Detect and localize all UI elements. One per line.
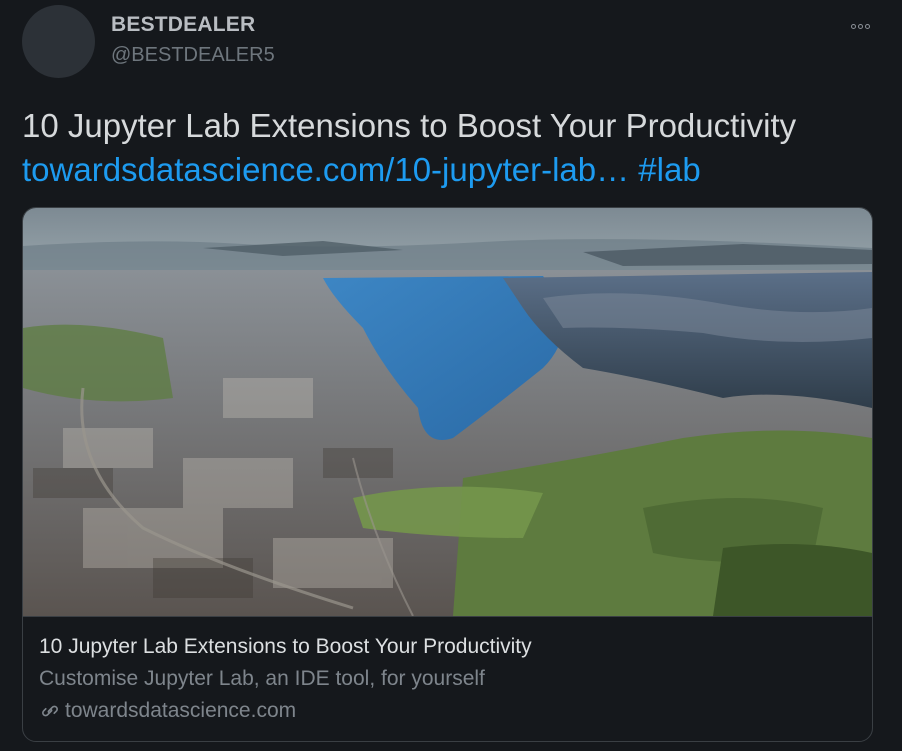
tweet-text-body: 10 Jupyter Lab Extensions to Boost Your … (22, 107, 797, 144)
more-horizontal-icon-dot (864, 23, 870, 29)
author-display-name[interactable]: BESTDEALER (111, 13, 255, 37)
more-options-button[interactable] (844, 15, 876, 37)
tweet[interactable]: BESTDEALER @BESTDEALER5 10 Jupyter Lab E… (0, 0, 902, 751)
more-horizontal-icon-dot (857, 23, 863, 29)
card-image[interactable] (23, 208, 872, 617)
tweet-links-line: towardsdatascience.com/10-jupyter-lab… #… (22, 148, 882, 192)
hashtag-link[interactable]: #lab (638, 151, 700, 188)
card-title: 10 Jupyter Lab Extensions to Boost Your … (39, 635, 532, 658)
author-handle[interactable]: @BESTDEALER5 (111, 44, 275, 67)
link-preview-card[interactable]: 10 Jupyter Lab Extensions to Boost Your … (22, 207, 873, 742)
card-domain: towardsdatascience.com (39, 699, 296, 723)
more-horizontal-icon (850, 23, 856, 29)
link-icon (42, 705, 58, 717)
card-description: Customise Jupyter Lab, an IDE tool, for … (39, 667, 485, 690)
card-domain-text: towardsdatascience.com (65, 699, 297, 722)
tweet-link[interactable]: towardsdatascience.com/10-jupyter-lab… (22, 151, 629, 188)
tweet-text: 10 Jupyter Lab Extensions to Boost Your … (22, 104, 882, 192)
avatar[interactable] (22, 5, 95, 78)
